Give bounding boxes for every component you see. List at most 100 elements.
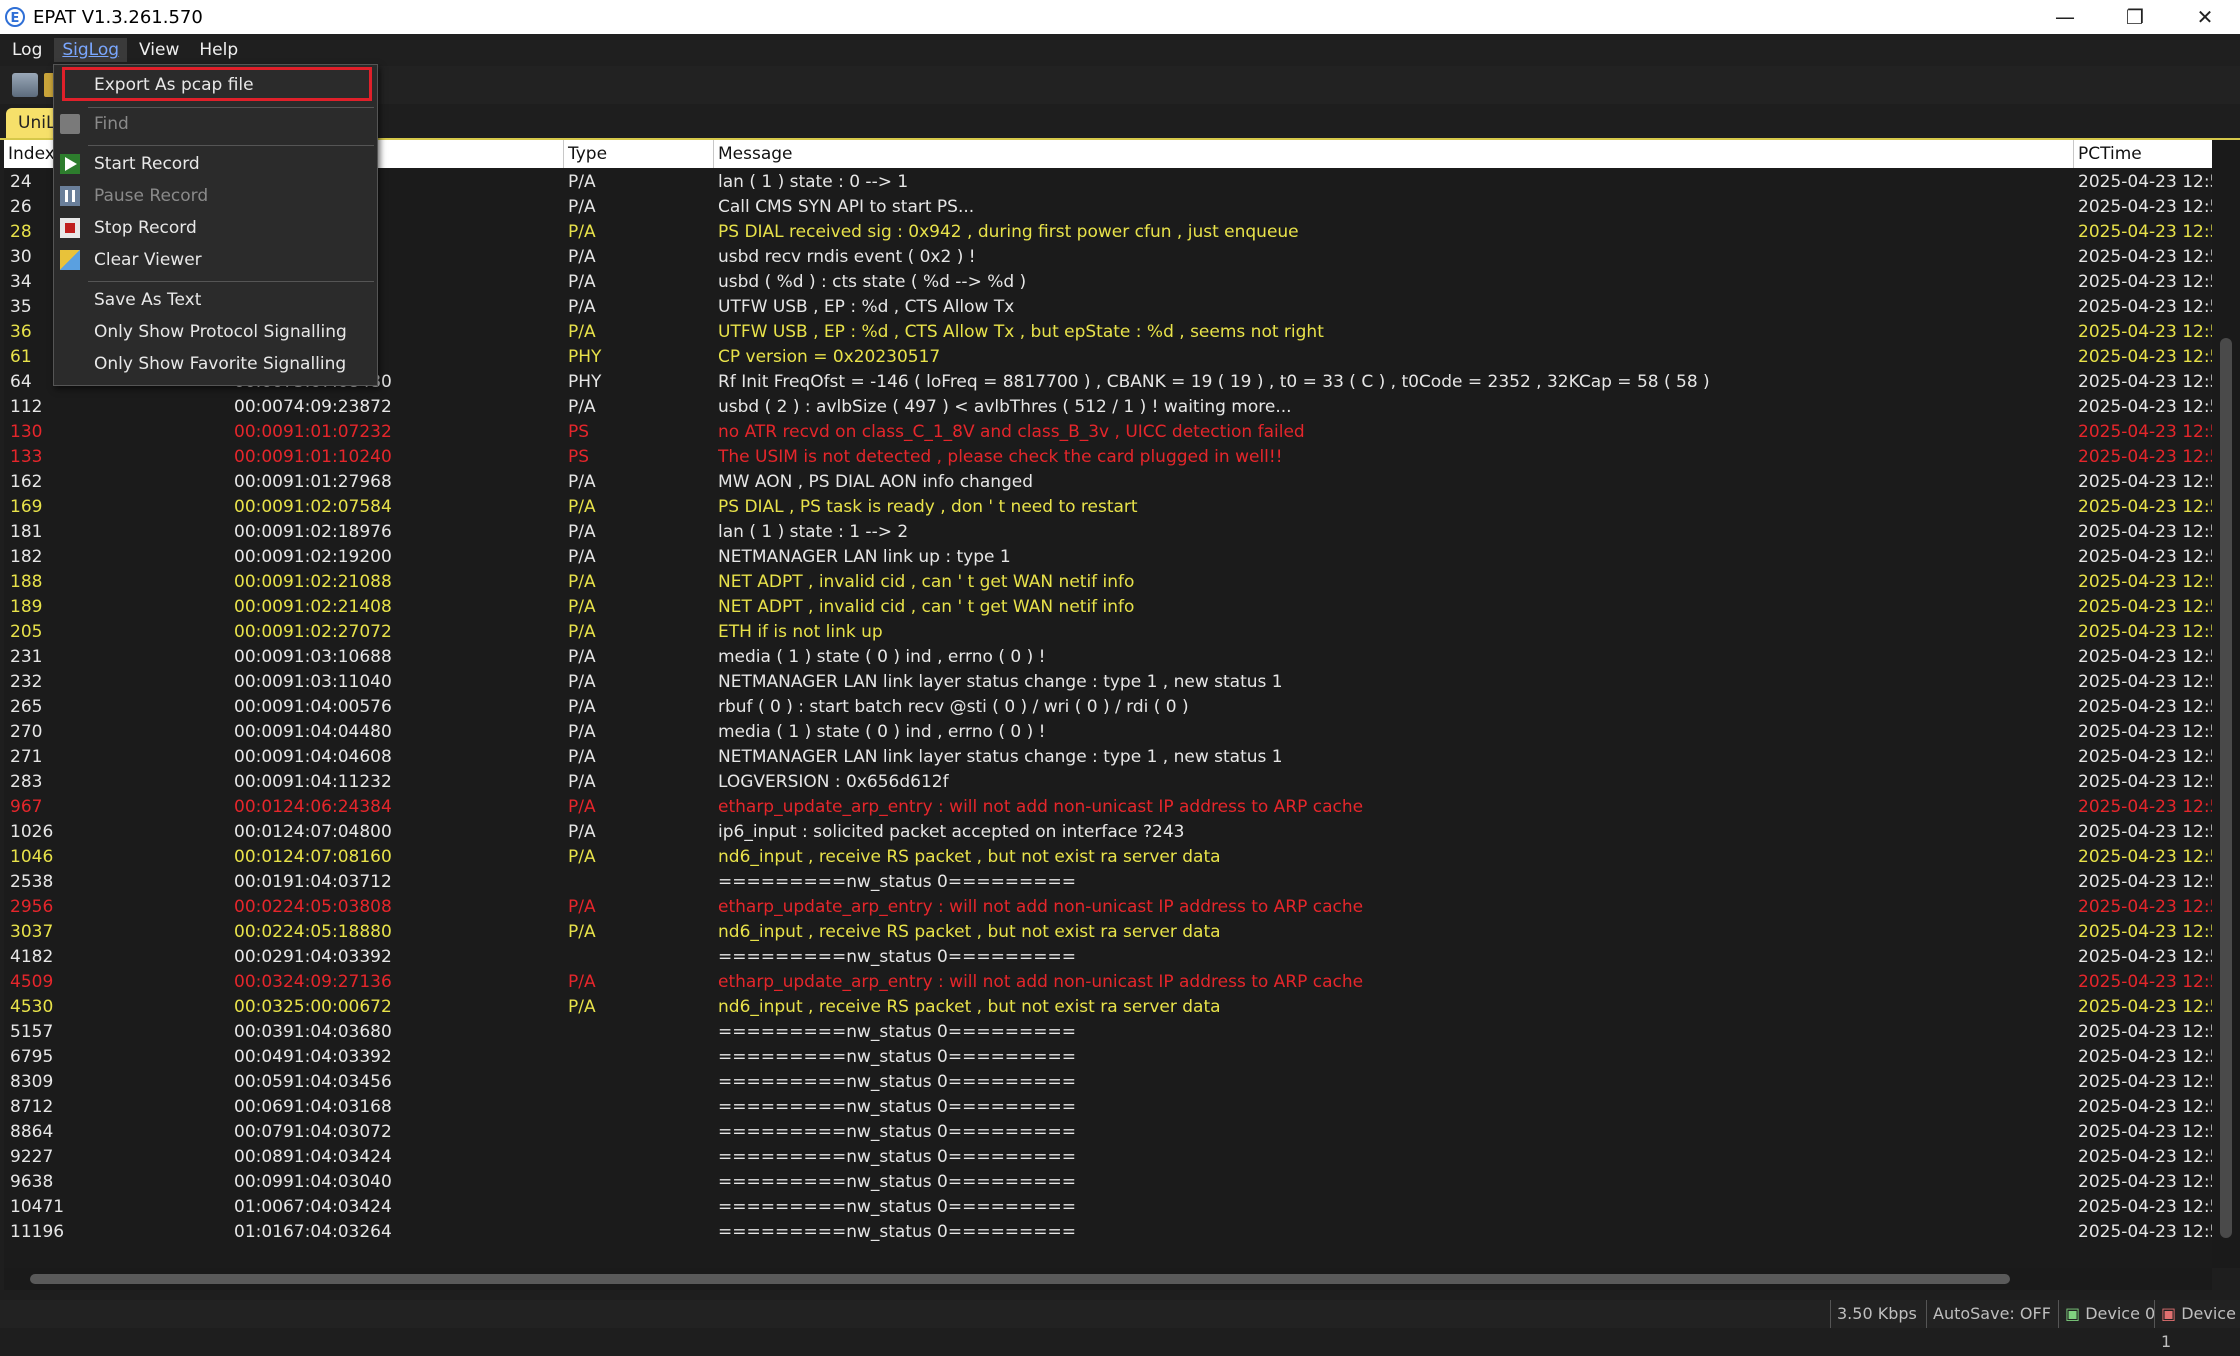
row-index: 8712: [10, 1097, 54, 1117]
row-time: 00:0091:02:18976: [234, 522, 392, 542]
row-pctime: 2025-04-23 12:55: [2078, 922, 2212, 942]
table-row[interactable]: 162 00:0091:01:27968 P/A MW AON , PS DIAL A…: [4, 470, 2212, 495]
menu-view[interactable]: View: [131, 38, 187, 62]
row-pctime: 2025-04-23 12:55: [2078, 847, 2212, 867]
table-row[interactable]: 6795 00:0491:04:03392 =========nw_status 0…: [4, 1045, 2212, 1070]
column-header-type[interactable]: Type: [564, 140, 714, 168]
row-pctime: 2025-04-23 12:55: [2078, 1072, 2212, 1092]
table-row[interactable]: 3037 00:0224:05:18880 P/A nd6_input , recei…: [4, 920, 2212, 945]
menu-item-label: Clear Viewer: [94, 250, 202, 270]
close-button[interactable]: ✕: [2170, 0, 2240, 34]
table-row[interactable]: 181 00:0091:02:18976 P/A lan ( 1 ) state : …: [4, 520, 2212, 545]
row-message: usbd ( %d ) : cts state ( %d --> %d ): [718, 272, 1027, 292]
row-pctime: 2025-04-23 12:55: [2078, 172, 2212, 192]
row-message: UTFW USB , EP : %d , CTS Allow Tx: [718, 297, 1015, 317]
row-index: 188: [10, 572, 43, 592]
menu-item-pause-record[interactable]: Pause Record: [54, 181, 377, 211]
horizontal-scrollbar[interactable]: [4, 1268, 2212, 1290]
row-pctime: 2025-04-23 12:56: [2078, 1097, 2212, 1117]
table-row[interactable]: 4509 00:0324:09:27136 P/A etharp_update_arp…: [4, 970, 2212, 995]
find-icon: [60, 114, 80, 134]
table-row[interactable]: 283 00:0091:04:11232 P/A LOGVERSION : 0x656…: [4, 770, 2212, 795]
row-type: P/A: [568, 472, 596, 492]
table-row[interactable]: 8864 00:0791:04:03072 =========nw_status 0…: [4, 1120, 2212, 1145]
row-index: 4509: [10, 972, 54, 992]
table-row[interactable]: 271 00:0091:04:04608 P/A NETMANAGER LAN lin…: [4, 745, 2212, 770]
menu-item-clear-viewer[interactable]: Clear Viewer: [54, 245, 377, 275]
row-type: P/A: [568, 672, 596, 692]
table-row[interactable]: 205 00:0091:02:27072 P/A ETH if is not link…: [4, 620, 2212, 645]
menu-log[interactable]: Log: [4, 38, 50, 62]
table-row[interactable]: 10471 01:0067:04:03424 =========nw_status …: [4, 1195, 2212, 1220]
row-type: P/A: [568, 697, 596, 717]
row-time: 00:0291:04:03392: [234, 947, 392, 967]
table-row[interactable]: 188 00:0091:02:21088 P/A NET ADPT , invalid…: [4, 570, 2212, 595]
menu-item-start-record[interactable]: Start Record: [54, 149, 377, 179]
row-message: =========nw_status 0=========: [718, 1097, 1077, 1117]
menu-item-only-favorite[interactable]: Only Show Favorite Signalling: [54, 349, 377, 379]
table-row[interactable]: 4530 00:0325:00:00672 P/A nd6_input , recei…: [4, 995, 2212, 1020]
table-row[interactable]: 133 00:0091:01:10240 PS The USIM is not det…: [4, 445, 2212, 470]
row-time: 00:0491:04:03392: [234, 1047, 392, 1067]
row-index: 6795: [10, 1047, 54, 1067]
row-pctime: 2025-04-23 12:55: [2078, 422, 2212, 442]
camera-icon[interactable]: [12, 73, 38, 97]
row-message: =========nw_status 0=========: [718, 1047, 1077, 1067]
play-icon: [60, 154, 80, 174]
menu-item-save-as-text[interactable]: Save As Text: [54, 285, 377, 315]
table-row[interactable]: 5157 00:0391:04:03680 =========nw_status 0…: [4, 1020, 2212, 1045]
vertical-scroll-thumb[interactable]: [2220, 338, 2232, 1238]
table-row[interactable]: 231 00:0091:03:10688 P/A media ( 1 ) state …: [4, 645, 2212, 670]
device-icon: ▣: [2161, 1304, 2177, 1323]
row-message: nd6_input , receive RS packet , but not …: [718, 997, 1221, 1017]
table-row[interactable]: 9227 00:0891:04:03424 =========nw_status 0…: [4, 1145, 2212, 1170]
restore-button[interactable]: ❐: [2100, 0, 2170, 34]
row-time: 00:0091:03:10688: [234, 647, 392, 667]
row-type: P/A: [568, 647, 596, 667]
row-message: PS DIAL received sig : 0x942 , during fi…: [718, 222, 1299, 242]
row-time: 00:0091:04:00576: [234, 697, 392, 717]
minimize-button[interactable]: —: [2030, 0, 2100, 34]
table-row[interactable]: 1026 00:0124:07:04800 P/A ip6_input : solic…: [4, 820, 2212, 845]
menu-help[interactable]: Help: [191, 38, 246, 62]
column-header-pctime[interactable]: PCTime: [2074, 140, 2212, 168]
row-message: =========nw_status 0=========: [718, 947, 1077, 967]
app-logo-icon: E: [5, 7, 25, 27]
table-row[interactable]: 182 00:0091:02:19200 P/A NETMANAGER LAN lin…: [4, 545, 2212, 570]
menu-item-label: Start Record: [94, 154, 200, 174]
row-pctime: 2025-04-23 12:55: [2078, 672, 2212, 692]
row-pctime: 2025-04-23 12:56: [2078, 1197, 2212, 1217]
table-row[interactable]: 189 00:0091:02:21408 P/A NET ADPT , invalid…: [4, 595, 2212, 620]
table-row[interactable]: 4182 00:0291:04:03392 =========nw_status 0…: [4, 945, 2212, 970]
row-time: 00:0324:09:27136: [234, 972, 392, 992]
row-index: 1026: [10, 822, 54, 842]
table-row[interactable]: 8712 00:0691:04:03168 =========nw_status 0…: [4, 1095, 2212, 1120]
table-row[interactable]: 9638 00:0991:04:03040 =========nw_status 0…: [4, 1170, 2212, 1195]
horizontal-scroll-thumb[interactable]: [30, 1274, 2010, 1284]
table-row[interactable]: 11196 01:0167:04:03264 =========nw_status …: [4, 1220, 2212, 1245]
row-time: 00:0074:09:23872: [234, 397, 392, 417]
row-message: nd6_input , receive RS packet , but not …: [718, 922, 1221, 942]
row-message: =========nw_status 0=========: [718, 1197, 1077, 1217]
row-type: P/A: [568, 972, 596, 992]
table-row[interactable]: 2538 00:0191:04:03712 =========nw_status 0…: [4, 870, 2212, 895]
table-row[interactable]: 8309 00:0591:04:03456 =========nw_status 0…: [4, 1070, 2212, 1095]
row-pctime: 2025-04-23 12:55: [2078, 247, 2212, 267]
table-row[interactable]: 270 00:0091:04:04480 P/A media ( 1 ) state …: [4, 720, 2212, 745]
vertical-scrollbar[interactable]: [2212, 140, 2240, 1268]
table-row[interactable]: 130 00:0091:01:07232 PS no ATR recvd on cla…: [4, 420, 2212, 445]
row-index: 4182: [10, 947, 54, 967]
table-row[interactable]: 169 00:0091:02:07584 P/A PS DIAL , PS task …: [4, 495, 2212, 520]
column-header-message[interactable]: Message: [714, 140, 2074, 168]
table-row[interactable]: 967 00:0124:06:24384 P/A etharp_update_arp_…: [4, 795, 2212, 820]
table-row[interactable]: 1046 00:0124:07:08160 P/A nd6_input , recei…: [4, 845, 2212, 870]
menu-siglog[interactable]: SigLog: [54, 38, 128, 62]
menu-item-only-protocol[interactable]: Only Show Protocol Signalling: [54, 317, 377, 347]
table-row[interactable]: 112 00:0074:09:23872 P/A usbd ( 2 ) : avlbS…: [4, 395, 2212, 420]
table-row[interactable]: 232 00:0091:03:11040 P/A NETMANAGER LAN lin…: [4, 670, 2212, 695]
menu-item-stop-record[interactable]: Stop Record: [54, 213, 377, 243]
table-row[interactable]: 2956 00:0224:05:03808 P/A etharp_update_arp…: [4, 895, 2212, 920]
menu-item-find[interactable]: Find: [54, 109, 377, 139]
row-message: ip6_input : solicited packet accepted on…: [718, 822, 1185, 842]
table-row[interactable]: 265 00:0091:04:00576 P/A rbuf ( 0 ) : start…: [4, 695, 2212, 720]
